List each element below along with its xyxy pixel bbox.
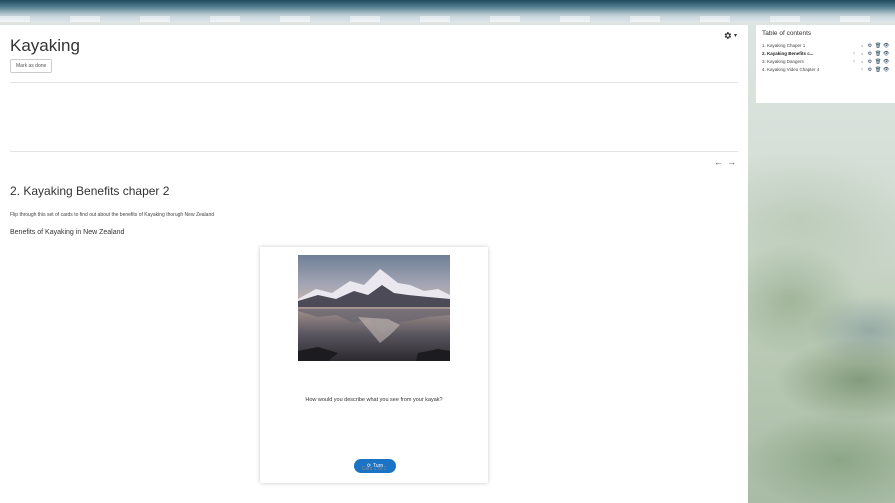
move-down-icon[interactable]: ↓: [859, 51, 865, 57]
toc-title: Table of contents: [762, 30, 812, 37]
eye-icon[interactable]: 👁: [883, 51, 889, 57]
move-down-icon[interactable]: ↓: [859, 43, 865, 49]
gear-icon[interactable]: ⚙: [867, 51, 873, 57]
eye-icon[interactable]: 👁: [883, 59, 889, 65]
divider: [10, 151, 738, 152]
divider: [10, 82, 738, 83]
main-content: Kayaking ▾ Mark as done ← → 2. Kayaking …: [0, 25, 748, 503]
toc-item[interactable]: 1. Kayaking Chaper 1 ↓ ⚙ 🗑 👁: [762, 42, 889, 49]
gear-icon[interactable]: ⚙: [867, 67, 873, 73]
toc-item[interactable]: 3. Kayaking Dangers ↑ ↓ ⚙ 🗑 👁: [762, 58, 889, 65]
table-of-contents: Table of contents 1. Kayaking Chaper 1 ↓…: [756, 25, 895, 103]
chapter-intro: Flip through this set of cards to find o…: [10, 212, 215, 218]
flashcard-question: How would you describe what you see from…: [305, 397, 443, 403]
chapter-title: 2. Kayaking Benefits chaper 2: [10, 184, 170, 198]
page-title: Kayaking: [10, 36, 80, 55]
flashcard: How would you describe what you see from…: [260, 247, 488, 483]
arrow-right-icon[interactable]: →: [727, 157, 736, 167]
gear-icon: [724, 32, 732, 39]
arrow-left-icon[interactable]: ←: [714, 157, 723, 167]
trash-icon[interactable]: 🗑: [875, 67, 881, 73]
trash-icon[interactable]: 🗑: [875, 51, 881, 57]
toc-item-label[interactable]: 2. Kayaking Benefits c...: [762, 51, 814, 56]
gear-icon[interactable]: ⚙: [867, 59, 873, 65]
mark-as-done-button[interactable]: Mark as done: [10, 59, 53, 73]
toc-item-label[interactable]: 1. Kayaking Chaper 1: [762, 43, 805, 48]
toc-item-label[interactable]: 3. Kayaking Dangers: [762, 59, 804, 64]
eye-icon[interactable]: 👁: [883, 67, 889, 73]
move-up-icon[interactable]: ↑: [851, 51, 857, 57]
header-banner: [0, 0, 895, 22]
chapter-navigation: ← →: [714, 157, 736, 167]
toc-item-label[interactable]: 4. Kayaking Video Chapter 4: [762, 67, 819, 72]
flashcard-set-title: Benefits of Kayaking in New Zealand: [10, 229, 125, 236]
toc-item[interactable]: 2. Kayaking Benefits c... ↑ ↓ ⚙ 🗑 👁: [762, 50, 889, 57]
gear-icon[interactable]: ⚙: [867, 43, 873, 49]
settings-menu[interactable]: ▾: [723, 31, 737, 40]
card-counter: Card 1 of 1: [361, 466, 387, 472]
trash-icon[interactable]: 🗑: [875, 59, 881, 65]
eye-icon[interactable]: 👁: [883, 43, 889, 49]
move-down-icon[interactable]: ↓: [859, 59, 865, 65]
mountain-lake-image: [298, 255, 450, 361]
trash-icon[interactable]: 🗑: [875, 43, 881, 49]
caret-down-icon: ▾: [734, 33, 738, 39]
toc-item[interactable]: 4. Kayaking Video Chapter 4 ↑ ⚙ 🗑 👁: [762, 66, 889, 73]
move-up-icon[interactable]: ↑: [859, 67, 865, 73]
move-up-icon[interactable]: ↑: [851, 59, 857, 65]
